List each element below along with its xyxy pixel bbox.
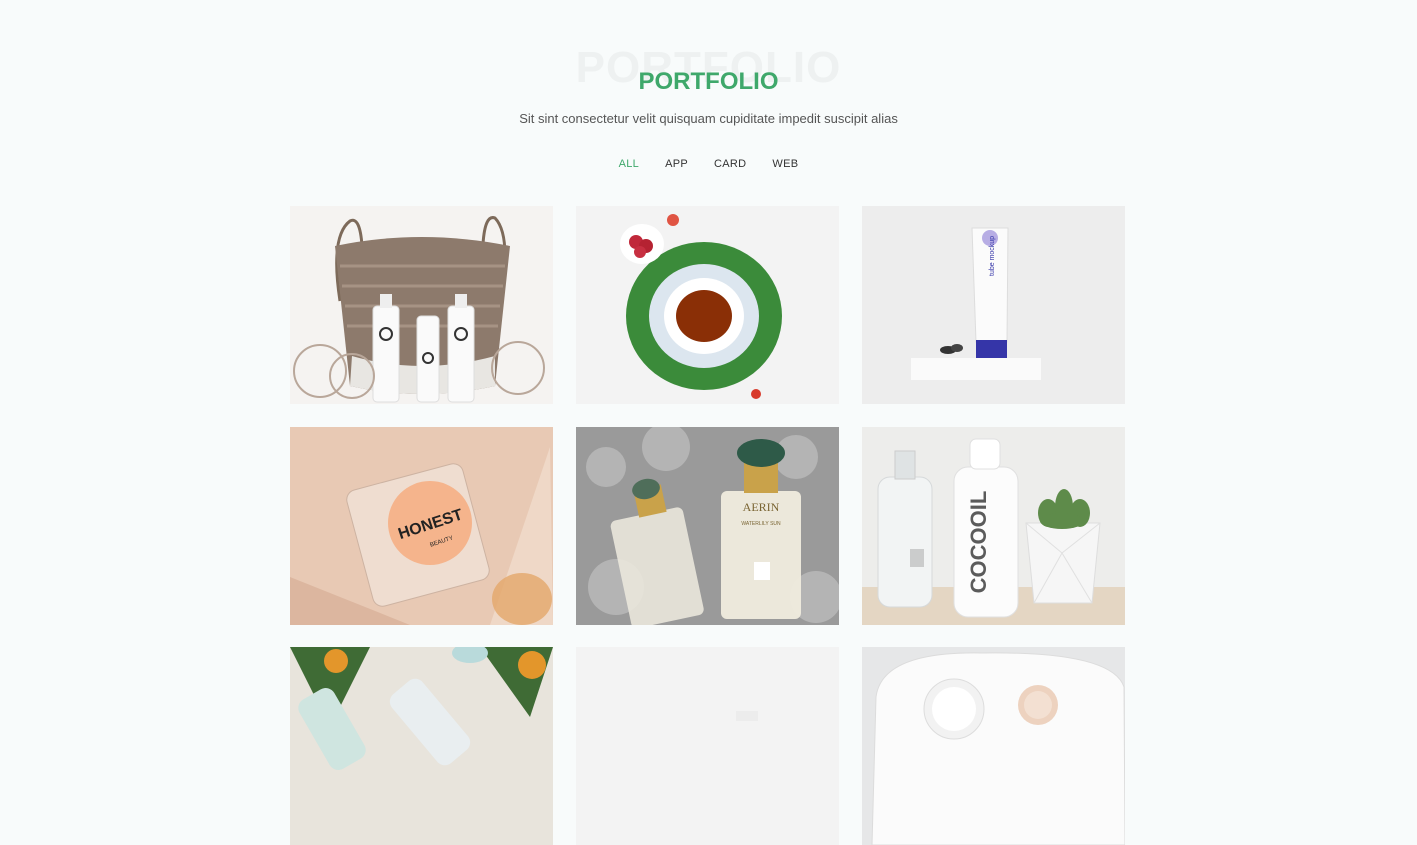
compact-image: HONEST BEAUTY: [290, 427, 553, 625]
portfolio-item[interactable]: [290, 647, 553, 845]
tube-text: tube mockup: [989, 236, 996, 276]
portfolio-item[interactable]: AERIN WATERLILY SUN: [576, 427, 839, 625]
cocooil-brand: COCOOIL: [966, 491, 991, 594]
portfolio-item[interactable]: COCOOIL: [862, 427, 1125, 625]
section-title-wrap: PORTFOLIO PORTFOLIO: [0, 44, 1417, 96]
basket-image: [290, 206, 553, 404]
portfolio-item[interactable]: [290, 206, 553, 404]
oranges-image: [290, 647, 553, 845]
portfolio-item[interactable]: tube mockup: [862, 206, 1125, 404]
filter-all[interactable]: ALL: [619, 158, 639, 170]
white-product-image: [576, 647, 839, 845]
portfolio-section: PORTFOLIO PORTFOLIO Sit sint consectetur…: [0, 0, 1417, 845]
perfume-text: WATERLILY SUN: [741, 521, 781, 527]
filter-card[interactable]: CARD: [714, 158, 746, 170]
perfume-image: AERIN WATERLILY SUN: [576, 427, 839, 625]
cocooil-image: COCOOIL: [862, 427, 1125, 625]
cream-jar-image: [862, 647, 1125, 845]
portfolio-item[interactable]: [862, 647, 1125, 845]
portfolio-item[interactable]: [576, 206, 839, 404]
filter-web[interactable]: WEB: [772, 158, 798, 170]
tea-image: [576, 206, 839, 404]
tube-image: tube mockup: [862, 206, 1125, 404]
section-title: PORTFOLIO: [638, 68, 779, 95]
portfolio-filters: ALL APP CARD WEB: [0, 158, 1417, 170]
perfume-brand: AERIN: [743, 500, 780, 514]
section-subtitle: Sit sint consectetur velit quisquam cupi…: [519, 111, 898, 126]
portfolio-item[interactable]: HONEST BEAUTY: [290, 427, 553, 625]
portfolio-item[interactable]: [576, 647, 839, 845]
filter-app[interactable]: APP: [665, 158, 688, 170]
